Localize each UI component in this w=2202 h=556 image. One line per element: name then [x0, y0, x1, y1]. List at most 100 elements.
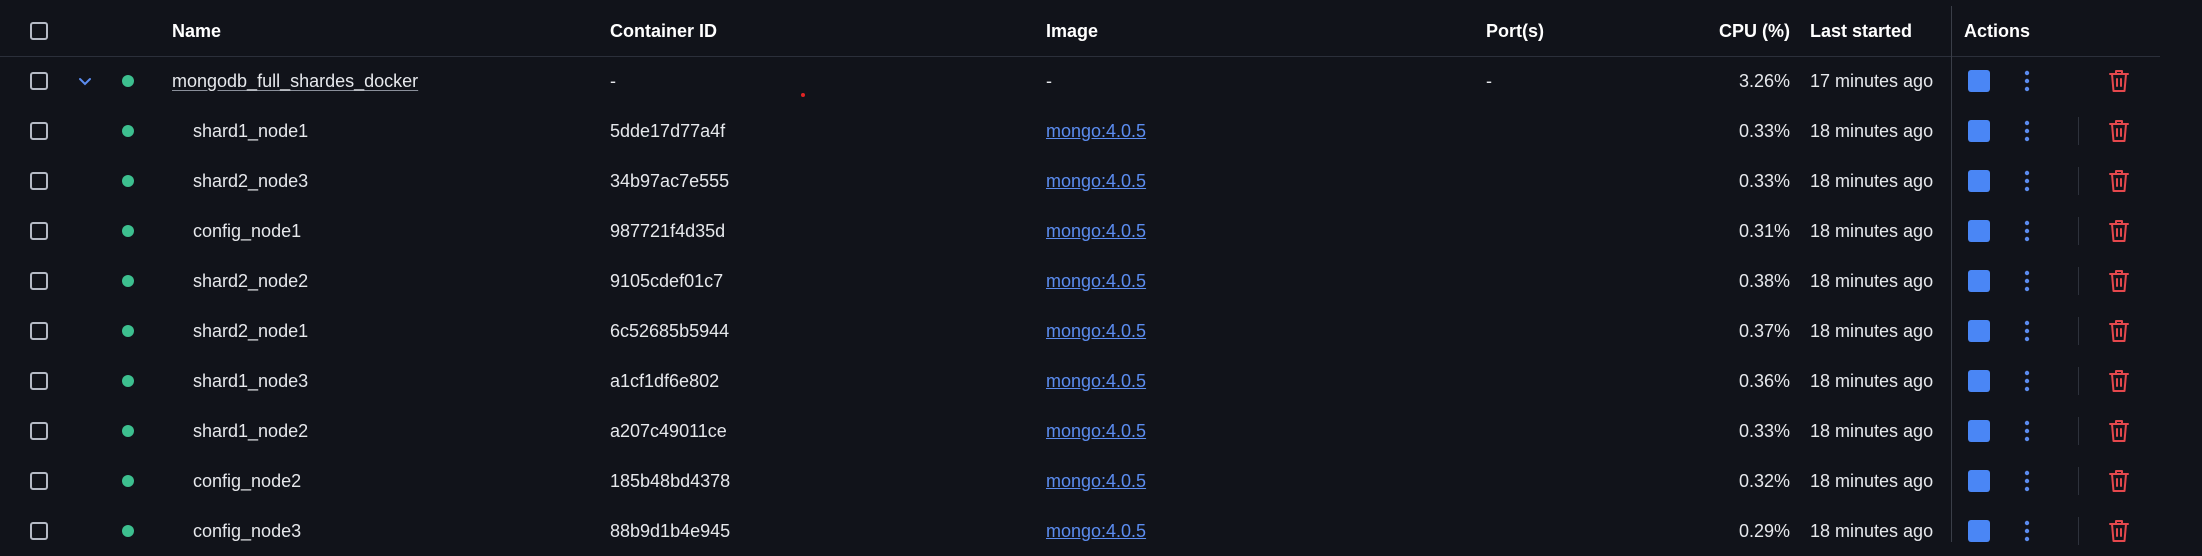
image-link[interactable]: mongo:4.0.5: [1046, 121, 1146, 142]
group-name[interactable]: mongodb_full_shardes_docker: [172, 56, 592, 106]
stop-icon[interactable]: [1968, 320, 1990, 342]
table-row[interactable]: shard2_node2 9105cdef01c7 mongo:4.0.5 0.…: [0, 256, 2160, 306]
row-select[interactable]: [30, 206, 54, 256]
container-image[interactable]: mongo:4.0.5: [1046, 206, 1466, 256]
row-checkbox[interactable]: [30, 272, 48, 290]
image-link[interactable]: mongo:4.0.5: [1046, 521, 1146, 542]
trash-icon[interactable]: [2108, 506, 2136, 556]
container-name[interactable]: shard1_node3: [193, 356, 613, 406]
header-container-id[interactable]: Container ID: [610, 6, 1030, 56]
header-last-started[interactable]: Last started: [1810, 6, 1960, 56]
image-link[interactable]: mongo:4.0.5: [1046, 471, 1146, 492]
stop-button[interactable]: [1968, 406, 1996, 456]
table-row[interactable]: shard1_node1 5dde17d77a4f mongo:4.0.5 0.…: [0, 106, 2160, 156]
row-select[interactable]: [30, 506, 54, 556]
row-select[interactable]: [30, 156, 54, 206]
more-vertical-icon[interactable]: [2024, 156, 2040, 206]
more-vertical-icon[interactable]: [2024, 506, 2040, 556]
trash-icon[interactable]: [2108, 256, 2136, 306]
stop-button[interactable]: [1968, 106, 1996, 156]
container-image[interactable]: mongo:4.0.5: [1046, 506, 1466, 556]
table-row[interactable]: shard2_node1 6c52685b5944 mongo:4.0.5 0.…: [0, 306, 2160, 356]
table-row[interactable]: config_node3 88b9d1b4e945 mongo:4.0.5 0.…: [0, 506, 2160, 556]
more-vertical-icon[interactable]: [2024, 356, 2040, 406]
header-image[interactable]: Image: [1046, 6, 1466, 56]
stop-icon[interactable]: [1968, 370, 1990, 392]
row-checkbox[interactable]: [30, 72, 48, 90]
table-row[interactable]: config_node2 185b48bd4378 mongo:4.0.5 0.…: [0, 456, 2160, 506]
row-select[interactable]: [30, 256, 54, 306]
row-checkbox[interactable]: [30, 472, 48, 490]
row-checkbox[interactable]: [30, 172, 48, 190]
container-image[interactable]: mongo:4.0.5: [1046, 456, 1466, 506]
group-row[interactable]: mongodb_full_shardes_docker - - - 3.26% …: [0, 56, 2160, 106]
select-all-checkbox[interactable]: [30, 22, 48, 40]
header-select-all[interactable]: [30, 6, 54, 56]
table-row[interactable]: shard2_node3 34b97ac7e555 mongo:4.0.5 0.…: [0, 156, 2160, 206]
container-image[interactable]: mongo:4.0.5: [1046, 106, 1466, 156]
row-select[interactable]: [30, 356, 54, 406]
row-checkbox[interactable]: [30, 222, 48, 240]
row-select[interactable]: [30, 56, 54, 106]
stop-icon[interactable]: [1968, 420, 1990, 442]
stop-icon[interactable]: [1968, 220, 1990, 242]
container-image[interactable]: mongo:4.0.5: [1046, 256, 1466, 306]
container-image[interactable]: mongo:4.0.5: [1046, 156, 1466, 206]
stop-icon[interactable]: [1968, 520, 1990, 542]
stop-icon[interactable]: [1968, 470, 1990, 492]
container-name[interactable]: config_node3: [193, 506, 613, 556]
trash-icon[interactable]: [2108, 406, 2136, 456]
image-link[interactable]: mongo:4.0.5: [1046, 421, 1146, 442]
row-checkbox[interactable]: [30, 122, 48, 140]
image-link[interactable]: mongo:4.0.5: [1046, 221, 1146, 242]
container-image[interactable]: mongo:4.0.5: [1046, 356, 1466, 406]
stop-icon[interactable]: [1968, 70, 1990, 92]
header-ports[interactable]: Port(s): [1486, 6, 1686, 56]
trash-icon[interactable]: [2108, 156, 2136, 206]
more-vertical-icon[interactable]: [2024, 256, 2040, 306]
stop-button[interactable]: [1968, 156, 1996, 206]
row-checkbox[interactable]: [30, 422, 48, 440]
stop-button[interactable]: [1968, 506, 1996, 556]
trash-icon[interactable]: [2108, 56, 2136, 106]
row-checkbox[interactable]: [30, 522, 48, 540]
image-link[interactable]: mongo:4.0.5: [1046, 371, 1146, 392]
container-name[interactable]: shard1_node2: [193, 406, 613, 456]
table-row[interactable]: config_node1 987721f4d35d mongo:4.0.5 0.…: [0, 206, 2160, 256]
image-link[interactable]: mongo:4.0.5: [1046, 271, 1146, 292]
header-cpu[interactable]: CPU (%): [1660, 6, 1790, 56]
more-vertical-icon[interactable]: [2024, 406, 2040, 456]
container-image[interactable]: mongo:4.0.5: [1046, 306, 1466, 356]
header-name[interactable]: Name: [172, 6, 592, 56]
container-name[interactable]: config_node2: [193, 456, 613, 506]
container-name[interactable]: shard2_node1: [193, 306, 613, 356]
table-row[interactable]: shard1_node2 a207c49011ce mongo:4.0.5 0.…: [0, 406, 2160, 456]
stop-button[interactable]: [1968, 306, 1996, 356]
row-checkbox[interactable]: [30, 322, 48, 340]
more-vertical-icon[interactable]: [2024, 56, 2040, 106]
stop-button[interactable]: [1968, 206, 1996, 256]
container-name[interactable]: config_node1: [193, 206, 613, 256]
container-name[interactable]: shard1_node1: [193, 106, 613, 156]
row-select[interactable]: [30, 306, 54, 356]
trash-icon[interactable]: [2108, 106, 2136, 156]
more-vertical-icon[interactable]: [2024, 206, 2040, 256]
image-link[interactable]: mongo:4.0.5: [1046, 321, 1146, 342]
trash-icon[interactable]: [2108, 206, 2136, 256]
container-name[interactable]: shard2_node2: [193, 256, 613, 306]
row-checkbox[interactable]: [30, 372, 48, 390]
container-image[interactable]: mongo:4.0.5: [1046, 406, 1466, 456]
row-select[interactable]: [30, 406, 54, 456]
stop-icon[interactable]: [1968, 120, 1990, 142]
trash-icon[interactable]: [2108, 456, 2136, 506]
trash-icon[interactable]: [2108, 356, 2136, 406]
row-select[interactable]: [30, 106, 54, 156]
table-row[interactable]: shard1_node3 a1cf1df6e802 mongo:4.0.5 0.…: [0, 356, 2160, 406]
image-link[interactable]: mongo:4.0.5: [1046, 171, 1146, 192]
container-name[interactable]: shard2_node3: [193, 156, 613, 206]
chevron-down-icon[interactable]: [76, 56, 100, 106]
more-vertical-icon[interactable]: [2024, 306, 2040, 356]
more-vertical-icon[interactable]: [2024, 106, 2040, 156]
more-vertical-icon[interactable]: [2024, 456, 2040, 506]
stop-button[interactable]: [1968, 456, 1996, 506]
